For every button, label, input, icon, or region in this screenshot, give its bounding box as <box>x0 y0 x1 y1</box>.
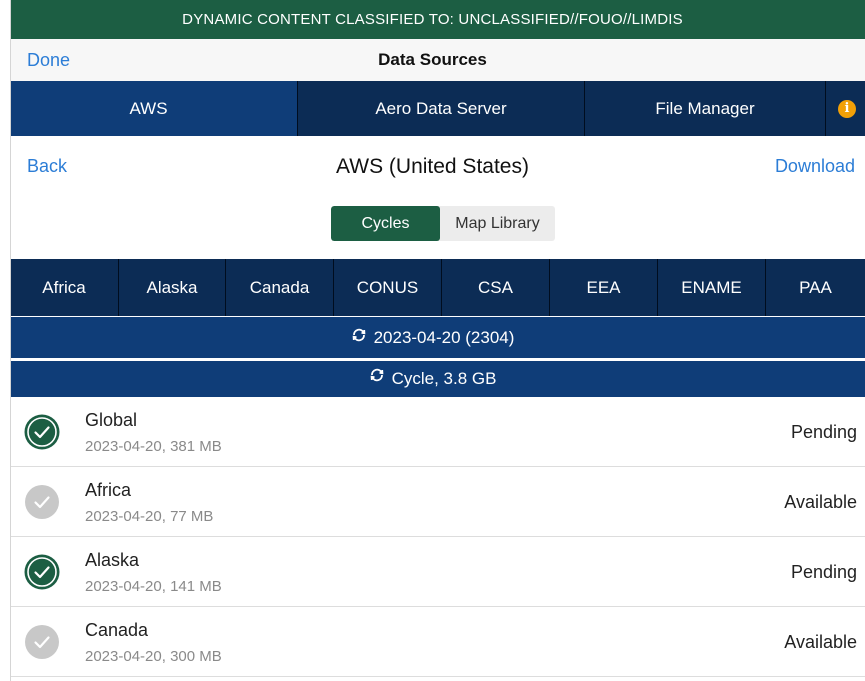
region-tab-africa[interactable]: Africa <box>11 259 117 316</box>
section-title: AWS (United States) <box>336 155 529 178</box>
region-tab-canada[interactable]: Canada <box>226 259 333 316</box>
unchecked-circle-icon[interactable] <box>24 624 60 660</box>
tab-divider <box>825 81 826 136</box>
cycle-date-label: 2023-04-20 (2304) <box>373 328 515 347</box>
item-status: Available <box>784 492 857 512</box>
list-item-alaska[interactable]: Alaska 2023-04-20, 141 MB Pending <box>0 537 865 607</box>
list-item-global[interactable]: Global 2023-04-20, 381 MB Pending <box>0 397 865 467</box>
unchecked-circle-icon[interactable] <box>24 484 60 520</box>
navigation-bar: Done Data Sources <box>0 39 865 81</box>
item-subtitle: 2023-04-20, 381 MB <box>85 438 222 455</box>
item-status: Pending <box>790 562 857 582</box>
download-list: Global 2023-04-20, 381 MB Pending Africa… <box>0 397 865 677</box>
tab-aws[interactable]: AWS <box>0 81 297 136</box>
region-tab-alaska[interactable]: Alaska <box>119 259 225 316</box>
item-title: Global <box>85 410 138 430</box>
item-title: Canada <box>85 620 149 640</box>
region-tab-ename[interactable]: ENAME <box>658 259 765 316</box>
tab-file-manager[interactable]: File Manager <box>585 81 825 136</box>
source-tabs: AWS Aero Data Server File Manager <box>0 81 865 136</box>
item-title: Alaska <box>85 550 140 570</box>
item-subtitle: 2023-04-20, 141 MB <box>85 578 222 595</box>
refresh-icon <box>369 360 385 396</box>
cycle-size-label: Cycle, 3.8 GB <box>391 369 497 388</box>
region-tab-eea[interactable]: EEA <box>550 259 657 316</box>
region-tabs: Africa Alaska Canada CONUS CSA EEA ENAME… <box>0 259 865 316</box>
cycle-size-bar: Cycle, 3.8 GB <box>0 361 865 397</box>
item-title: Africa <box>85 480 132 500</box>
sub-navigation: Back AWS (United States) Download <box>0 136 865 200</box>
refresh-icon <box>351 317 367 358</box>
checked-circle-icon[interactable] <box>24 554 60 590</box>
data-sources-screen: DYNAMIC CONTENT CLASSIFIED TO: UNCLASSIF… <box>0 0 865 681</box>
cycle-date-bar[interactable]: 2023-04-20 (2304) <box>0 317 865 358</box>
region-tab-paa[interactable]: PAA <box>766 259 865 316</box>
tab-aero-data-server[interactable]: Aero Data Server <box>298 81 584 136</box>
classification-banner: DYNAMIC CONTENT CLASSIFIED TO: UNCLASSIF… <box>0 0 865 39</box>
item-subtitle: 2023-04-20, 77 MB <box>85 508 214 525</box>
list-item-africa[interactable]: Africa 2023-04-20, 77 MB Available <box>0 467 865 537</box>
item-status: Available <box>784 632 857 652</box>
segment-cycles[interactable]: Cycles <box>331 206 440 241</box>
info-icon[interactable]: i <box>838 100 856 118</box>
checked-circle-icon[interactable] <box>24 414 60 450</box>
region-tab-csa[interactable]: CSA <box>442 259 549 316</box>
region-tab-conus[interactable]: CONUS <box>334 259 441 316</box>
download-button[interactable]: Download <box>775 156 855 177</box>
item-status: Pending <box>790 422 857 442</box>
segment-map-library[interactable]: Map Library <box>440 206 555 241</box>
page-title: Data Sources <box>378 50 487 69</box>
list-item-canada[interactable]: Canada 2023-04-20, 300 MB Available <box>0 607 865 677</box>
item-subtitle: 2023-04-20, 300 MB <box>85 648 222 665</box>
view-segmented-control: Cycles Map Library <box>331 206 555 241</box>
